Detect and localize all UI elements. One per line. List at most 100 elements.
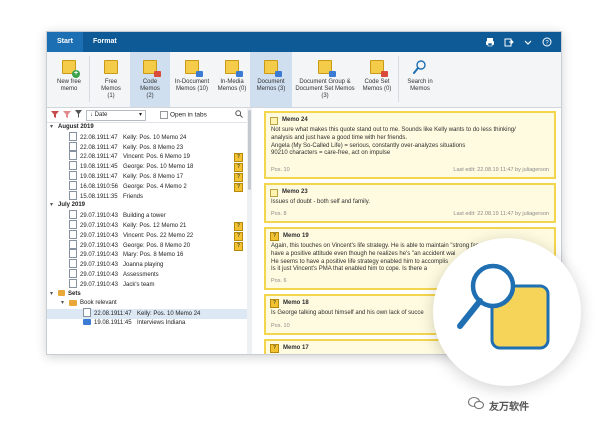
document-memo-icon bbox=[69, 239, 77, 249]
tree-group[interactable]: ▾ July 2019 bbox=[47, 201, 247, 211]
question-memo-icon: ? bbox=[270, 344, 279, 353]
tree-item[interactable]: 22.08.1911:47 Kelly: Pos. 8 Memo 23 bbox=[47, 141, 247, 153]
ribbon-button-free-memos[interactable]: Free Memos (1) bbox=[92, 52, 130, 107]
document-memo-icon bbox=[83, 308, 91, 318]
question-memo-icon: ? bbox=[234, 172, 243, 182]
chevron-down-icon[interactable]: ▾ bbox=[50, 201, 58, 211]
document-memo-icon bbox=[69, 131, 77, 141]
memo-icon bbox=[270, 116, 278, 125]
tree-item-title: Friends bbox=[123, 193, 144, 200]
sort-dropdown[interactable]: ↓ Date ▾ bbox=[86, 109, 146, 121]
tab-format[interactable]: Format bbox=[83, 32, 127, 52]
tree-item[interactable]: 29.07.1910:43 George: Pos. 8 Memo 20? bbox=[47, 239, 247, 251]
in-document-memos-icon bbox=[185, 60, 203, 77]
question-memo-icon: ? bbox=[234, 163, 243, 173]
memo-icon bbox=[270, 188, 278, 197]
document-memo-icon bbox=[69, 210, 77, 220]
tree-item[interactable]: 19.08.1911:45 George: Pos. 10 Memo 18? bbox=[47, 161, 247, 173]
new-free-memo-icon: + bbox=[62, 60, 80, 78]
ribbon-button-label: In-Media Memos (0) bbox=[217, 79, 247, 92]
sort-label: Date bbox=[94, 111, 108, 118]
memo-position: Pos. 6 bbox=[271, 278, 287, 285]
chevron-down-icon[interactable]: ▾ bbox=[50, 290, 58, 300]
export-icon[interactable] bbox=[504, 37, 514, 47]
ribbon-button-code-memos[interactable]: Code Memos (2) bbox=[130, 52, 170, 107]
memo-title: Memo 18 bbox=[283, 299, 309, 306]
tree-item[interactable]: 22.08.1911:47 Kelly: Pos. 10 Memo 24 bbox=[47, 131, 247, 143]
open-in-tabs-toggle[interactable]: Open in tabs bbox=[160, 111, 207, 119]
tree-item-title: Vincent: Pos. 22 Memo 22 bbox=[123, 232, 194, 239]
ribbon-button-new-free-memo[interactable]: + New free memo bbox=[51, 52, 87, 107]
tree-group-label: August 2019 bbox=[58, 124, 94, 130]
tree-item-title: Assessments bbox=[123, 272, 159, 279]
document-memos-icon bbox=[264, 60, 282, 77]
filter-icon[interactable] bbox=[51, 110, 59, 120]
document-memo-icon bbox=[69, 229, 77, 239]
search-icon[interactable] bbox=[235, 110, 247, 120]
memo-card[interactable]: Memo 23 Issues of doubt - both self and f… bbox=[264, 183, 556, 223]
question-memo-icon: ? bbox=[234, 153, 243, 163]
ribbon-button-label: Free Memos (1) bbox=[101, 79, 121, 99]
open-in-tabs-checkbox[interactable] bbox=[160, 111, 168, 119]
code-memos-icon bbox=[143, 60, 161, 77]
memo-card-header: Memo 24 bbox=[266, 113, 554, 125]
scrollbar-thumb[interactable] bbox=[248, 110, 251, 190]
tab-start[interactable]: Start bbox=[47, 32, 83, 52]
watermark-text: 友万软件 bbox=[489, 402, 529, 413]
memo-card-header: Memo 23 bbox=[266, 185, 554, 197]
tree-item-title: Mary: Pos. 8 Memo 16 bbox=[123, 252, 184, 259]
print-icon[interactable] bbox=[485, 37, 495, 47]
document-memo-icon bbox=[69, 268, 77, 278]
ribbon-button-document-group-memos[interactable]: Document Group & Document Set Memos (3) bbox=[292, 52, 358, 107]
question-memo-icon: ? bbox=[270, 299, 279, 308]
tree-folder-label: Book relevant bbox=[80, 300, 117, 307]
filter-remove-icon[interactable] bbox=[63, 110, 71, 120]
memo-last-edit: Last edit: 22.08.19 11:47 by juliagerson bbox=[453, 211, 549, 218]
tree-group[interactable]: ▾ August 2019 bbox=[47, 123, 247, 133]
code-set-memos-icon bbox=[370, 60, 388, 77]
tree-item-date: 19.08.19 bbox=[94, 319, 118, 326]
chevron-down-icon[interactable]: ▾ bbox=[50, 123, 58, 133]
tree-folder[interactable]: ▾ Book relevant bbox=[47, 299, 247, 309]
memo-card[interactable]: Memo 24 Not sure what makes this quote st… bbox=[264, 111, 556, 179]
tree-item[interactable]: 29.07.1910:43 Joanna playing bbox=[47, 259, 247, 270]
chevron-down-icon[interactable] bbox=[523, 37, 533, 47]
tree-item[interactable]: 22.08.1911:47 Vincent: Pos. 6 Memo 19? bbox=[47, 151, 247, 163]
ribbon-separator bbox=[89, 56, 90, 102]
chevron-down-icon[interactable]: ▾ bbox=[61, 299, 69, 309]
ribbon-button-search-memos[interactable]: Search in Memos bbox=[401, 52, 439, 107]
ribbon-button-code-set-memos[interactable]: Code Set Memos (0) bbox=[358, 52, 396, 107]
memo-body: Not sure what makes this quote stand out… bbox=[266, 125, 554, 158]
tree-group[interactable]: ▾ Sets bbox=[47, 289, 247, 300]
memo-position: Pos. 10 bbox=[271, 323, 290, 330]
tree-item[interactable]: 29.07.1910:43 Kelly: Pos. 12 Memo 21? bbox=[47, 219, 247, 231]
tree-item[interactable]: 19.08.1911:47 Kelly: Pos. 8 Memo 17? bbox=[47, 170, 247, 182]
memo-body: Issues of doubt - both self and family. bbox=[266, 197, 554, 207]
question-memo-icon: ? bbox=[270, 232, 279, 241]
ribbon-separator bbox=[398, 56, 399, 102]
tree-item[interactable]: 19.08.1911:45 Interviews Indiana bbox=[47, 319, 247, 329]
tree-item[interactable]: 29.07.1910:43 Jack's team bbox=[47, 278, 247, 290]
in-media-memos-icon bbox=[225, 60, 243, 77]
tree-item[interactable]: 22.08.1911:47 Kelly: Pos. 10 Memo 24 bbox=[47, 308, 247, 319]
ribbon-button-document-memos[interactable]: Document Memos (3) bbox=[250, 52, 292, 107]
question-memo-icon: ? bbox=[234, 182, 243, 192]
ribbon-button-in-media-memos[interactable]: In-Media Memos (0) bbox=[214, 52, 250, 107]
tree-item[interactable]: 29.07.1910:43 Vincent: Pos. 22 Memo 22? bbox=[47, 229, 247, 241]
open-in-tabs-label: Open in tabs bbox=[170, 111, 207, 119]
memo-position: Pos. 10 bbox=[271, 167, 290, 174]
ribbon-button-label: New free memo bbox=[56, 79, 81, 92]
memo-body-line: 90210 characters = care-free, act on imp… bbox=[271, 150, 391, 157]
tree-item[interactable]: 16.08.1910:56 George: Pos. 4 Memo 2? bbox=[47, 180, 247, 192]
tree-item-title: Kelly: Pos. 8 Memo 17 bbox=[123, 174, 184, 181]
folder-icon bbox=[69, 299, 77, 306]
tree-item[interactable]: 29.07.1910:43 Assessments bbox=[47, 268, 247, 280]
tree-item-title: Interviews Indiana bbox=[137, 319, 186, 326]
tree-item[interactable]: 15.08.1911:35 Friends bbox=[47, 190, 247, 202]
tree-item[interactable]: 29.07.1910:43 Building a tower bbox=[47, 210, 247, 221]
tree-item[interactable]: 29.07.1910:43 Mary: Pos. 8 Memo 16 bbox=[47, 249, 247, 260]
funnel-icon[interactable] bbox=[75, 110, 82, 120]
memo-title: Memo 17 bbox=[283, 344, 309, 351]
help-icon[interactable]: ? bbox=[542, 37, 552, 47]
ribbon-button-in-document-memos[interactable]: In-Document Memos (10) bbox=[170, 52, 214, 107]
